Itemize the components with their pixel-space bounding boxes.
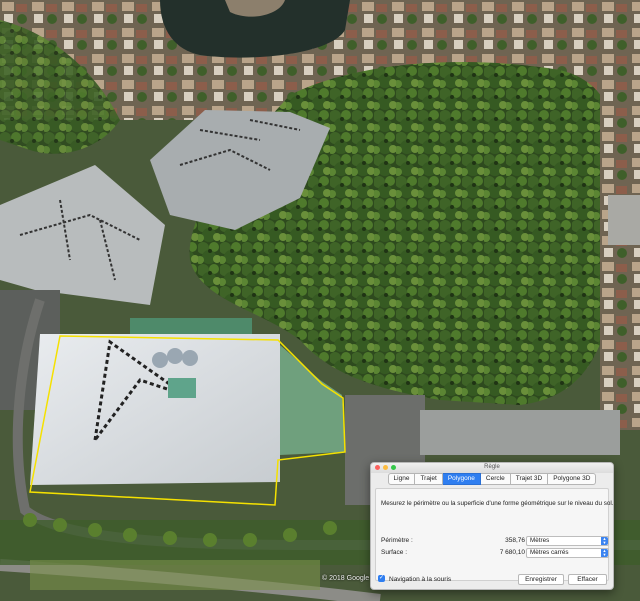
tab-trajet-3d[interactable]: Trajet 3D	[510, 473, 549, 485]
dialog-titlebar[interactable]: Règle	[371, 463, 613, 473]
updown-arrows-icon: ▲ ▼	[601, 536, 608, 545]
tab-cercle[interactable]: Cercle	[480, 473, 511, 485]
area-row: Surface : 7 680,10 Mètres carrés ▲ ▼	[381, 548, 609, 558]
ruler-tabs: Ligne Trajet Polygone Cercle Trajet 3D P…	[371, 473, 613, 485]
dialog-footer: ✓ Navigation à la souris Enregistrer Eff…	[376, 574, 608, 585]
dialog-title: Règle	[484, 464, 500, 470]
mouse-navigation-label: Navigation à la souris	[389, 576, 452, 583]
measure-panel: Mesurez le périmètre ou la superficie d'…	[375, 488, 613, 581]
area-unit: Mètres carrés	[530, 549, 569, 556]
perimeter-label: Périmètre :	[381, 537, 413, 544]
perimeter-value: 358,76	[505, 537, 525, 544]
ruler-dialog: Règle Ligne Trajet Polygone Cercle Traje…	[370, 462, 614, 590]
area-value: 7 680,10	[499, 549, 525, 556]
area-unit-select[interactable]: Mètres carrés ▲ ▼	[526, 548, 609, 558]
mouse-navigation-checkbox[interactable]: ✓	[378, 575, 385, 582]
tab-polygone[interactable]: Polygone	[442, 473, 481, 485]
map-credit: © 2018 Google	[322, 575, 370, 582]
tab-ligne[interactable]: Ligne	[387, 473, 416, 485]
perimeter-unit: Mètres	[530, 537, 550, 544]
updown-arrows-icon: ▲ ▼	[601, 548, 608, 557]
tab-trajet[interactable]: Trajet	[415, 473, 443, 485]
perimeter-unit-select[interactable]: Mètres ▲ ▼	[526, 536, 609, 546]
measure-description: Mesurez le périmètre ou la superficie d'…	[381, 500, 614, 507]
area-label: Surface :	[381, 549, 408, 556]
clear-button[interactable]: Effacer	[568, 574, 607, 585]
save-button[interactable]: Enregistrer	[518, 574, 564, 585]
tab-polygone-3d[interactable]: Polygone 3D	[548, 473, 597, 485]
perimeter-row: Périmètre : 358,76 Mètres ▲ ▼	[381, 536, 609, 546]
